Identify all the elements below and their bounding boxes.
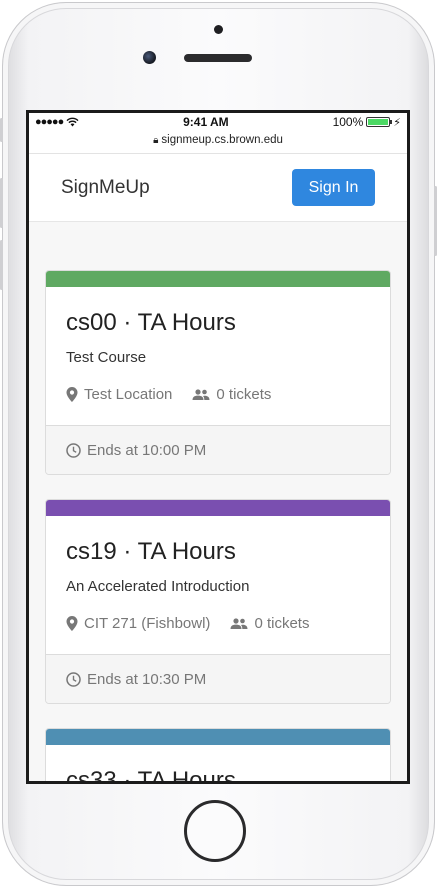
ends-at-text: Ends at 10:00 PM bbox=[87, 441, 207, 459]
card-title: cs00 · TA Hours bbox=[66, 309, 236, 336]
card-banner bbox=[46, 500, 390, 516]
mute-switch bbox=[0, 118, 3, 142]
sign-in-button[interactable]: Sign In bbox=[292, 169, 375, 206]
tickets-meta: 0 tickets bbox=[230, 615, 309, 632]
queue-card[interactable]: cs19 · TA Hours An Accelerated Introduct… bbox=[45, 499, 391, 704]
card-body: cs19 · TA Hours An Accelerated Introduct… bbox=[46, 516, 390, 632]
proximity-sensor bbox=[214, 25, 223, 34]
signal-strength-icon: ●●●●● bbox=[35, 116, 64, 128]
people-icon bbox=[192, 388, 210, 400]
status-left: ●●●●● bbox=[35, 116, 79, 128]
card-meta: CIT 271 (Fishbowl) 0 tickets bbox=[66, 615, 370, 632]
card-subtitle: Test Course bbox=[66, 349, 147, 366]
top-navbar: SignMeUp Sign In bbox=[29, 154, 407, 222]
wifi-icon bbox=[66, 117, 79, 127]
home-button[interactable] bbox=[184, 800, 246, 862]
location-pin-icon bbox=[66, 616, 78, 631]
battery-tip bbox=[390, 120, 393, 124]
location-meta: Test Location bbox=[66, 386, 172, 403]
ends-at-text: Ends at 10:30 PM bbox=[87, 670, 207, 688]
people-icon bbox=[230, 617, 248, 629]
card-footer: Ends at 10:30 PM bbox=[46, 654, 390, 703]
card-title: cs19 · TA Hours bbox=[66, 538, 236, 565]
status-right: 100% ⚡︎ bbox=[333, 115, 401, 129]
battery-level bbox=[368, 119, 389, 125]
queue-card[interactable]: cs33 · TA Hours bbox=[45, 728, 391, 781]
earpiece-speaker bbox=[184, 54, 252, 62]
phone-screen: ●●●●● 9:41 AM 100% ⚡︎ 🔒︎ signmeup.cs.brow… bbox=[26, 110, 410, 784]
tickets-text: 0 tickets bbox=[216, 386, 272, 403]
card-subtitle: An Accelerated Introduction bbox=[66, 578, 250, 595]
card-banner bbox=[46, 729, 390, 745]
browser-viewport: ●●●●● 9:41 AM 100% ⚡︎ 🔒︎ signmeup.cs.brow… bbox=[29, 113, 407, 781]
queue-card[interactable]: cs00 · TA Hours Test Course Test Locatio… bbox=[45, 270, 391, 475]
location-text: CIT 271 (Fishbowl) bbox=[84, 615, 211, 632]
battery-percent: 100% bbox=[332, 115, 364, 129]
charging-bolt-icon: ⚡︎ bbox=[393, 116, 401, 129]
lock-icon: 🔒︎ bbox=[153, 135, 159, 146]
card-body: cs33 · TA Hours bbox=[46, 745, 390, 781]
card-footer: Ends at 10:00 PM bbox=[46, 425, 390, 474]
clock-icon bbox=[66, 442, 81, 458]
location-text: Test Location bbox=[84, 386, 173, 403]
card-title: cs33 · TA Hours bbox=[66, 767, 236, 781]
brand-logo-text[interactable]: SignMeUp bbox=[61, 177, 150, 199]
volume-down-button bbox=[0, 240, 3, 290]
location-pin-icon bbox=[66, 387, 78, 402]
card-meta: Test Location 0 tickets bbox=[66, 386, 370, 403]
battery-icon bbox=[366, 117, 393, 127]
status-bar: ●●●●● 9:41 AM 100% ⚡︎ bbox=[29, 113, 407, 131]
card-body: cs00 · TA Hours Test Course Test Locatio… bbox=[46, 287, 390, 403]
card-banner bbox=[46, 271, 390, 287]
front-camera bbox=[143, 51, 156, 64]
volume-up-button bbox=[0, 178, 3, 228]
location-meta: CIT 271 (Fishbowl) bbox=[66, 615, 210, 632]
clock-icon bbox=[66, 671, 81, 687]
url-text: signmeup.cs.brown.edu bbox=[161, 134, 283, 146]
tickets-meta: 0 tickets bbox=[192, 386, 271, 403]
tickets-text: 0 tickets bbox=[254, 615, 310, 632]
url-bar[interactable]: 🔒︎ signmeup.cs.brown.edu bbox=[29, 131, 407, 154]
queue-list: cs00 · TA Hours Test Course Test Locatio… bbox=[29, 222, 407, 781]
clock-time: 9:41 AM bbox=[183, 115, 229, 129]
